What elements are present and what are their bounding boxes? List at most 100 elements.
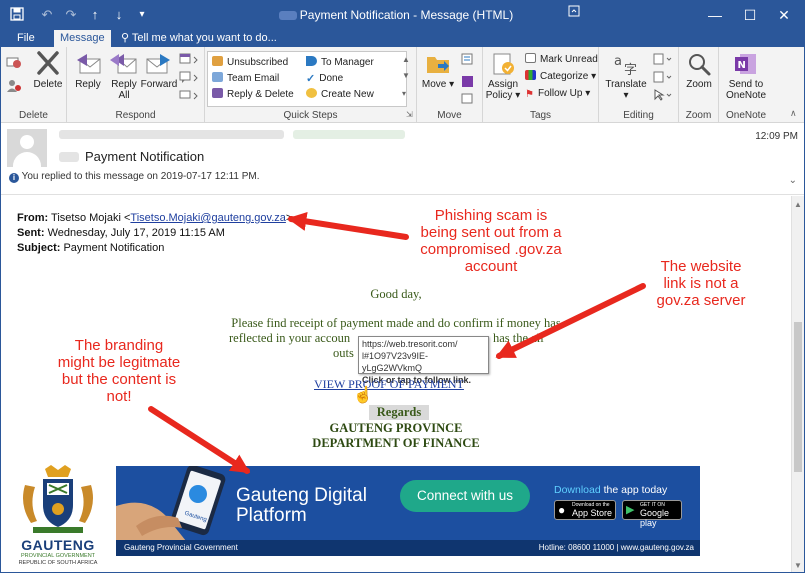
message-subject: Payment Notification [85, 149, 205, 164]
title-bar: ↶ ↷ ↑ ↓ ▾ Payment Notification - Message… [1, 1, 804, 29]
actions-icon[interactable] [461, 93, 479, 109]
window-title: Payment Notification - Message (HTML) [231, 8, 561, 22]
minimize-icon[interactable]: — [704, 5, 726, 25]
quick-step-create-new[interactable]: Create New [306, 88, 374, 101]
meeting-reply-icon[interactable] [179, 53, 199, 69]
mark-unread-button[interactable]: Mark Unread [525, 53, 598, 66]
connect-with-us-button[interactable]: Connect with us [400, 480, 530, 512]
outlook-message-window: ↶ ↷ ↑ ↓ ▾ Payment Notification - Message… [0, 0, 805, 573]
apple-icon: ● [558, 503, 566, 517]
svg-text:N: N [738, 60, 746, 71]
reply-button[interactable]: Reply [71, 51, 105, 90]
respond-group: Reply Reply All Forward Respond [67, 47, 205, 123]
from-line: From: Tisetso Mojaki <Tisetso.Mojaki@gau… [17, 212, 293, 224]
info-icon: i [9, 173, 19, 183]
logo-name: GAUTENG [21, 537, 95, 553]
delete-button[interactable]: Delete [31, 51, 65, 90]
gauteng-digital-banner[interactable]: Gauteng Gauteng Digital Platform Connect… [116, 466, 700, 556]
junk-icon[interactable] [6, 79, 22, 97]
download-app-text: Download the app today [554, 484, 668, 496]
ribbon: Delete Delete Reply Reply All Forward Re… [1, 47, 804, 123]
zoom-button[interactable]: Zoom [681, 51, 717, 90]
sender-email-link[interactable]: Tisetso.Mojaki@gauteng.gov.za [130, 212, 285, 224]
tags-group: Assign Policy ▾ Mark Unread Categorize ▾… [483, 47, 599, 123]
policy-icon [493, 53, 514, 75]
ribbon-display-options-icon[interactable] [566, 5, 582, 21]
next-item-icon[interactable]: ↓ [111, 7, 127, 23]
logo-line2: REPUBLIC OF SOUTH AFRICA [18, 560, 98, 566]
signature-line1: GAUTENG PROVINCE [329, 421, 463, 435]
lightning-icon [306, 88, 317, 98]
dialog-launcher-icon[interactable]: ⇲ [406, 108, 413, 121]
ribbon-tab-bar: File Message ⚲ Tell me what you want to … [1, 29, 804, 47]
body-paragraph-line1: Please find receipt of payment made and … [231, 316, 561, 330]
move-group: Move ▾ Move [417, 47, 483, 123]
dropdown-arrow-icon: ▾ [449, 79, 455, 90]
related-icon[interactable] [653, 71, 673, 87]
expand-header-icon[interactable]: ⌄ [789, 175, 797, 186]
google-play-badge[interactable]: ▶ GET IT ON Google play [622, 500, 682, 528]
dropdown-arrow-icon: ▾ [515, 90, 521, 101]
reply-delete-icon [212, 88, 223, 98]
scrollbar-thumb[interactable] [794, 322, 802, 472]
assign-policy-button[interactable]: Assign Policy ▾ [485, 51, 521, 101]
svg-text:字: 字 [624, 63, 637, 77]
rules-icon[interactable] [461, 53, 479, 71]
tab-file[interactable]: File [11, 30, 41, 47]
check-icon: ✓ [306, 73, 316, 85]
body-paragraph-line2a: reflected in your accoun [229, 331, 351, 345]
redo-icon[interactable]: ↷ [63, 7, 79, 23]
received-time: 12:09 PM [755, 131, 798, 142]
replied-notice: i You replied to this message on 2019-07… [9, 171, 260, 183]
zoom-group: Zoom Zoom [679, 47, 719, 123]
quick-step-team-email[interactable]: Team Email [212, 72, 279, 85]
quick-step-to-manager[interactable]: To Manager [306, 56, 374, 69]
close-icon[interactable]: ✕ [773, 5, 795, 25]
gallery-more-icon[interactable]: ▾ [402, 87, 406, 100]
save-icon[interactable] [9, 7, 25, 23]
ignore-icon[interactable] [6, 55, 22, 73]
more-respond-icon[interactable] [179, 89, 199, 105]
follow-up-button[interactable]: ⚑ Follow Up ▾ [525, 87, 590, 100]
move-button[interactable]: Move ▾ [421, 51, 455, 90]
callout-website: The website link is not a gov.za server [656, 258, 746, 309]
forward-icon [146, 54, 170, 74]
gallery-down-icon[interactable]: ▼ [402, 69, 410, 82]
undo-icon[interactable]: ↶ [39, 7, 55, 23]
gallery-up-icon[interactable]: ▲ [402, 53, 410, 66]
reply-all-button[interactable]: Reply All [107, 51, 141, 101]
tell-me-search[interactable]: ⚲ Tell me what you want to do... [121, 30, 277, 47]
customize-toolbar-icon[interactable]: ▾ [134, 7, 150, 23]
send-to-onenote-button[interactable]: N Send to OneNote [721, 51, 771, 101]
banner-headline: Gauteng Digital Platform [236, 485, 367, 526]
regards-text: Regards [369, 405, 429, 420]
previous-item-icon[interactable]: ↑ [87, 7, 103, 23]
im-reply-icon[interactable] [179, 71, 199, 87]
quick-step-reply-delete[interactable]: Reply & Delete [212, 88, 294, 101]
signature-line2: DEPARTMENT OF FINANCE [312, 436, 480, 450]
quick-step-unsubscribed[interactable]: Unsubscribed [212, 56, 288, 69]
onenote-small-icon[interactable] [461, 75, 479, 93]
select-icon[interactable] [653, 89, 673, 105]
quick-step-done[interactable]: ✓ Done [306, 72, 343, 85]
find-icon[interactable] [653, 53, 673, 69]
translate-icon: a字 [614, 54, 637, 77]
view-proof-of-payment-link[interactable]: VIEW PROOF OF PAYMENT [314, 377, 464, 392]
coat-of-arms-icon [23, 465, 93, 533]
reply-icon [77, 54, 101, 74]
collapse-ribbon-icon[interactable]: ∧ [790, 107, 797, 120]
phone-in-hand-illustration [116, 466, 226, 541]
categorize-button[interactable]: Categorize ▾ [525, 70, 596, 83]
vertical-scrollbar[interactable]: ▲ ▼ [791, 196, 804, 572]
callout-branding: The branding might be legitmate but the … [57, 337, 181, 405]
maximize-icon[interactable]: ☐ [739, 5, 761, 25]
tab-message[interactable]: Message [54, 30, 111, 47]
folder-icon [212, 56, 223, 66]
forward-button[interactable]: Forward [139, 51, 179, 90]
translate-button[interactable]: a字 Translate ▾ [603, 51, 649, 101]
app-store-badge[interactable]: ● Download on the App Store [554, 500, 616, 520]
quick-steps-group: Unsubscribed To Manager Team Email ✓ Done… [205, 47, 417, 123]
categorize-icon [525, 70, 536, 80]
callout-phishing: Phishing scam is being sent out from a c… [420, 207, 562, 275]
link-tooltip: https://web.tresorit.com/ l#1O97V23v9IE-… [358, 336, 489, 385]
